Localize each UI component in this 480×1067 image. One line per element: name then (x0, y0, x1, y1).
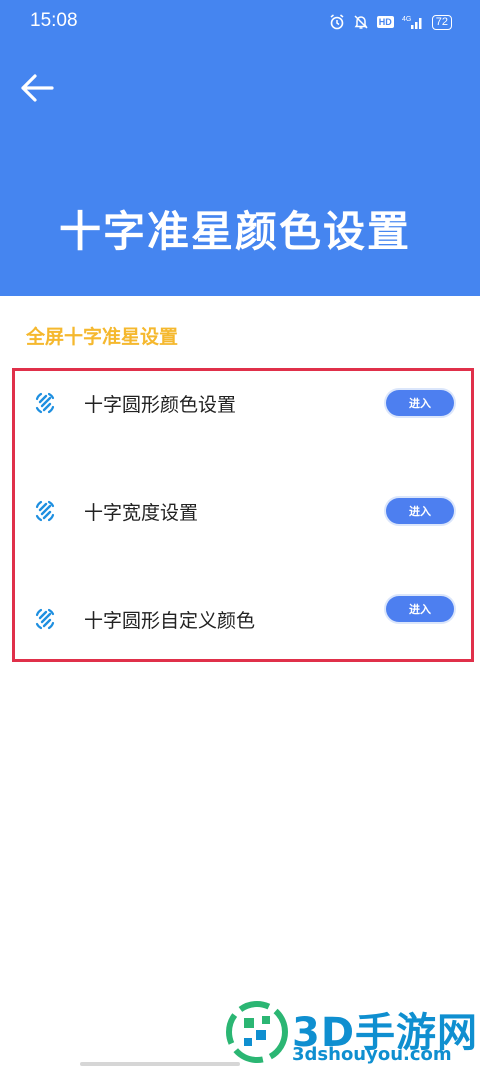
back-button[interactable] (18, 70, 56, 106)
crosshair-icon (30, 604, 60, 634)
status-time: 15:08 (30, 10, 78, 31)
signal-icon: 4G (402, 16, 422, 29)
enter-button[interactable]: 进入 (386, 390, 454, 416)
watermark-url: 3dshouyou.com (292, 1044, 452, 1065)
settings-item-label: 十字圆形颜色设置 (84, 393, 237, 416)
alarm-icon (330, 14, 344, 30)
settings-item-circle-color[interactable]: 十字圆形颜色设置 进入 (30, 383, 460, 423)
crosshair-icon (30, 496, 60, 526)
status-icons: HD 4G 72 (329, 11, 452, 33)
hd-icon: HD (376, 16, 394, 28)
settings-item-label: 十字圆形自定义颜色 (84, 609, 256, 632)
status-bar: 15:08 HD 4G 72 (0, 0, 480, 44)
watermark-logo-icon (226, 1001, 288, 1063)
app-header: 15:08 HD 4G 72 十字准星颜色设置 (0, 0, 480, 296)
arrow-left-icon (21, 74, 54, 102)
navigation-handle[interactable] (80, 1062, 240, 1066)
enter-button[interactable]: 进入 (386, 498, 454, 524)
section-title: 全屏十字准星设置 (26, 326, 179, 348)
watermark: 3D手游网 3dshouyou.com (226, 1000, 477, 1065)
settings-item-width[interactable]: 十字宽度设置 进入 (30, 491, 460, 531)
page-title: 十字准星颜色设置 (58, 207, 411, 256)
battery-icon: 72 (431, 14, 452, 30)
network-label: 4G (402, 16, 411, 23)
crosshair-icon (30, 388, 60, 418)
settings-item-custom-color[interactable]: 十字圆形自定义颜色 进入 (30, 596, 460, 639)
settings-item-label: 十字宽度设置 (84, 501, 199, 524)
enter-button[interactable]: 进入 (386, 596, 454, 622)
mute-bell-icon (354, 15, 368, 29)
